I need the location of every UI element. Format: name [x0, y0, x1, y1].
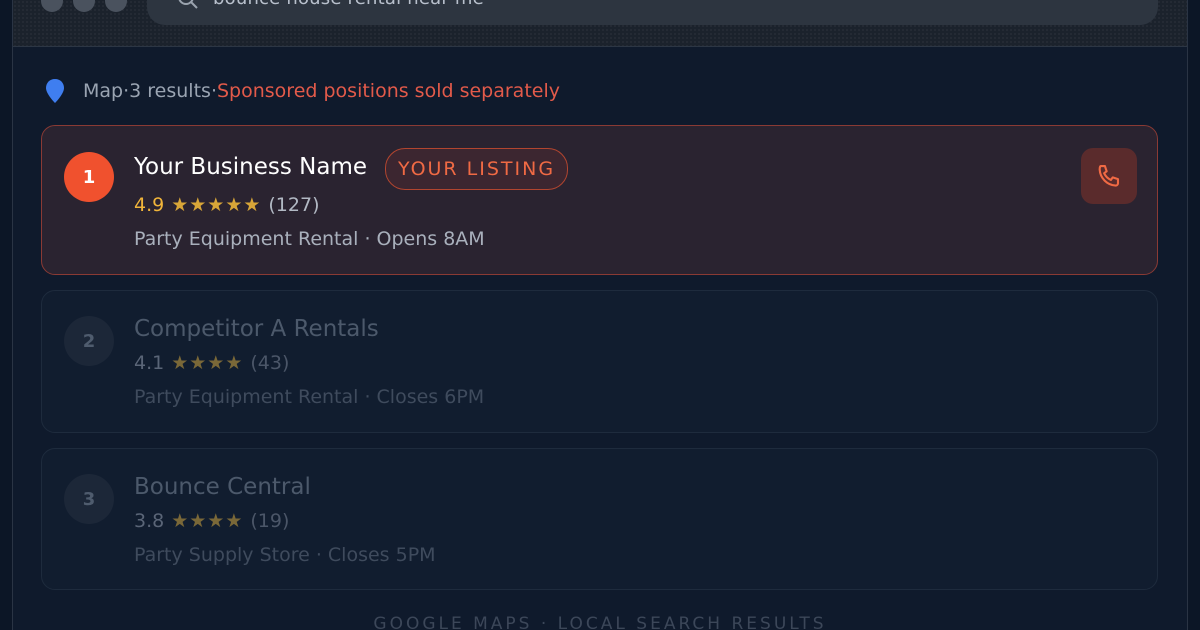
rating-score: 3.8 — [134, 510, 165, 532]
map-label[interactable]: Map — [83, 80, 123, 102]
footer-label: GOOGLE MAPS · LOCAL SEARCH RESULTS — [373, 614, 827, 630]
browser-frame: bounce house rental near me Map · 3 resu… — [12, 0, 1188, 630]
star-rating-icon: ★★★★ — [171, 510, 244, 532]
review-count[interactable]: (19) — [250, 510, 289, 532]
results-count: 3 results — [129, 80, 211, 102]
results-header: Map · 3 results · Sponsored positions so… — [45, 78, 560, 104]
search-input[interactable]: bounce house rental near me — [213, 0, 484, 9]
window-control-dot[interactable] — [105, 0, 127, 12]
rank-badge: 3 — [64, 474, 114, 524]
listing-card-competitor-a[interactable]: 2 Competitor A Rentals 4.1 ★★★★ (43) Par… — [41, 290, 1158, 433]
business-description: Party Equipment Rental · Opens 8AM — [134, 228, 485, 250]
rating-row: 4.9 ★★★★★ (127) — [134, 194, 319, 216]
star-rating-icon: ★★★★ — [171, 352, 244, 374]
window-control-dot[interactable] — [41, 0, 63, 12]
your-listing-badge: YOUR LISTING — [385, 148, 569, 190]
phone-icon — [1098, 165, 1120, 187]
top-bar: bounce house rental near me — [13, 0, 1187, 47]
sponsored-note: Sponsored positions sold separately — [216, 80, 560, 102]
business-name[interactable]: Your Business Name — [134, 154, 367, 180]
search-icon — [178, 0, 198, 9]
rank-badge: 1 — [64, 152, 114, 202]
business-description: Party Equipment Rental · Closes 6PM — [134, 386, 485, 408]
rank-badge: 2 — [64, 316, 114, 366]
rating-row: 3.8 ★★★★ (19) — [134, 510, 289, 532]
business-description: Party Supply Store · Closes 5PM — [134, 544, 436, 566]
business-name[interactable]: Bounce Central — [134, 474, 311, 500]
review-count[interactable]: (43) — [250, 352, 289, 374]
business-name[interactable]: Competitor A Rentals — [134, 316, 379, 342]
listing-card-your-business[interactable]: 1 Your Business Name YOUR LISTING 4.9 ★★… — [41, 125, 1158, 275]
window-control-dot[interactable] — [73, 0, 95, 12]
rating-score: 4.1 — [134, 352, 165, 374]
rating-row: 4.1 ★★★★ (43) — [134, 352, 289, 374]
star-rating-icon: ★★★★★ — [171, 194, 262, 216]
review-count[interactable]: (127) — [268, 194, 319, 216]
call-button[interactable] — [1081, 148, 1137, 204]
search-bar[interactable]: bounce house rental near me — [147, 0, 1158, 25]
map-pin-icon — [46, 79, 64, 103]
rating-score: 4.9 — [134, 194, 165, 216]
listing-card-bounce-central[interactable]: 3 Bounce Central 3.8 ★★★★ (19) Party Sup… — [41, 448, 1158, 590]
